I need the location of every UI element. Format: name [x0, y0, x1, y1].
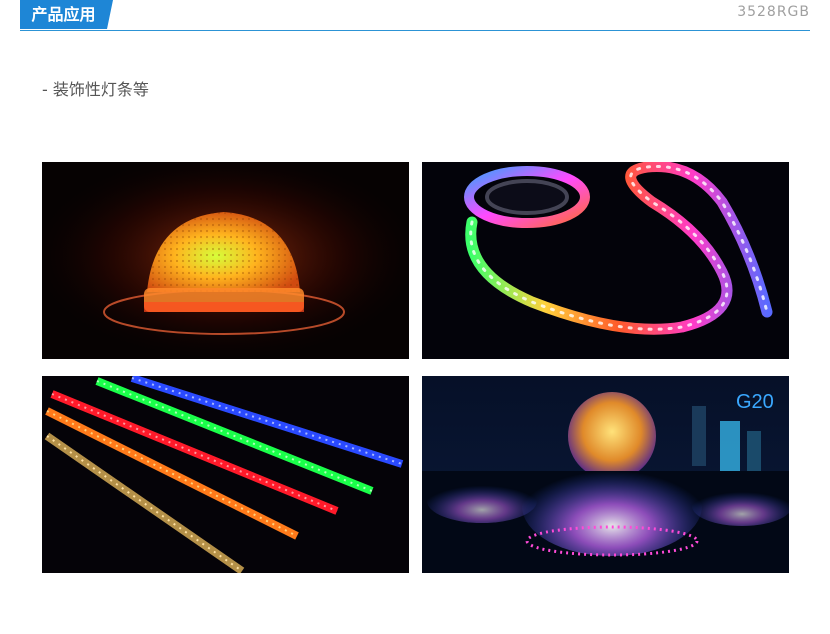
light-bars-illustration: [42, 376, 409, 573]
application-description: - 装饰性灯条等: [42, 80, 149, 99]
g20-badge: G20: [736, 391, 774, 413]
dome-light-photo: [42, 162, 409, 359]
section-title-tab: 产品应用: [20, 0, 113, 29]
led-light-bars-photo: [42, 376, 409, 573]
section-header: 产品应用 3528RGB: [20, 0, 810, 31]
dome-light-illustration: [42, 162, 409, 359]
fountain-illustration: G20: [422, 376, 789, 573]
model-label: 3528RGB: [737, 4, 810, 20]
fountain-night-photo: G20: [422, 376, 789, 573]
led-strip-illustration: [422, 162, 789, 359]
led-strip-reel-photo: [422, 162, 789, 359]
